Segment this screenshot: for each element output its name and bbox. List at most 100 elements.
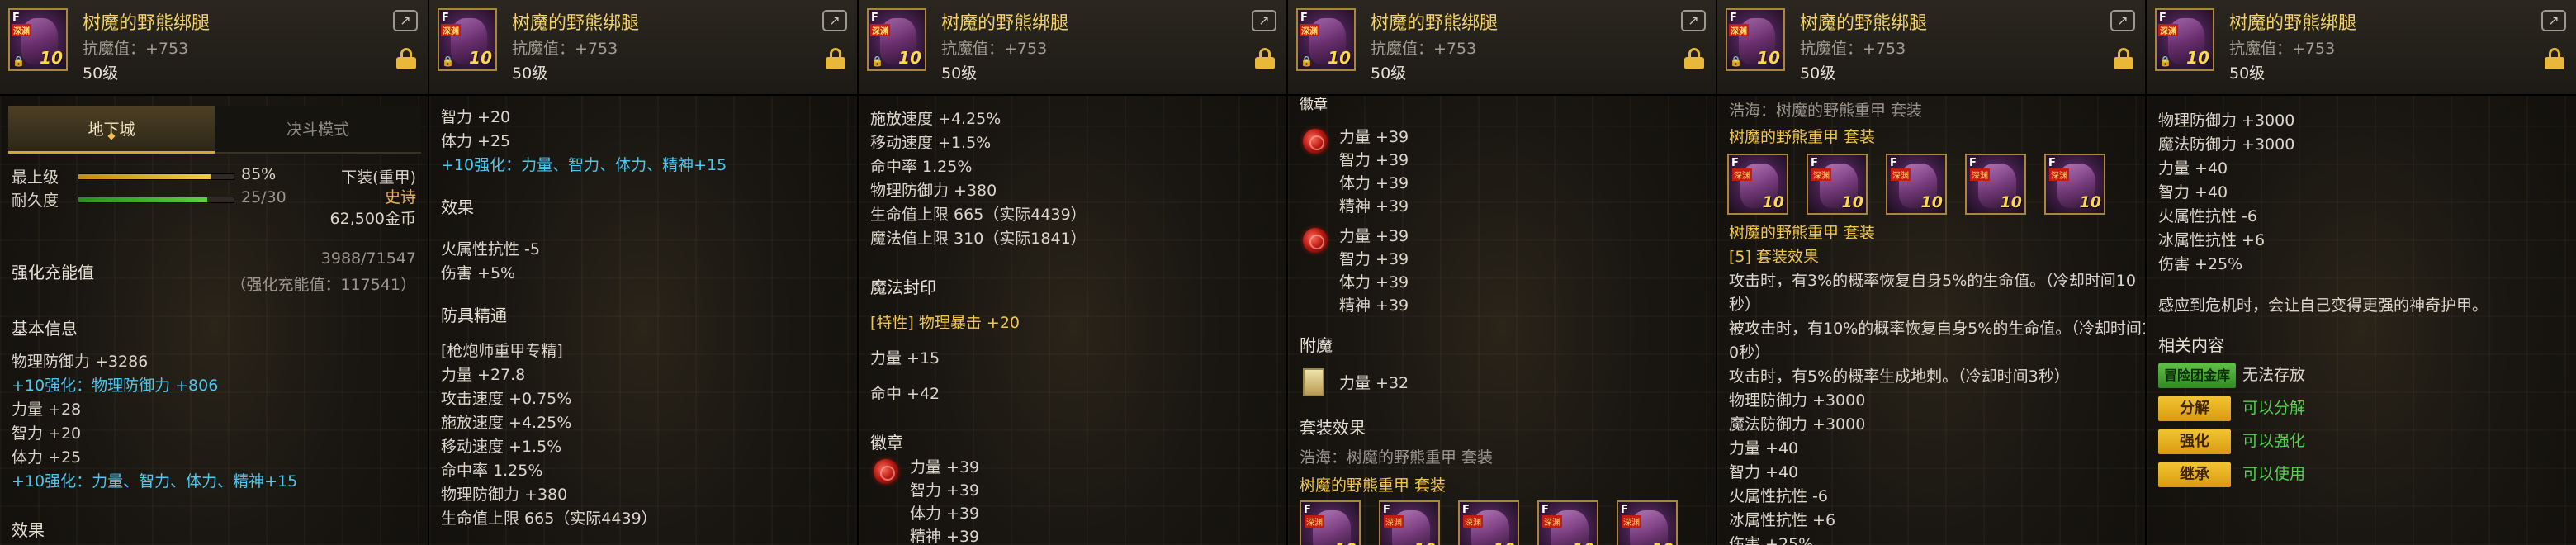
set-effect-list: 物理防御力 +3000 魔法防御力 +3000 力量 +40 智力 +40 火属… xyxy=(2147,109,2576,277)
set-item-slot[interactable]: F深渊10 xyxy=(1617,500,1678,545)
tag-badge: 深渊 xyxy=(2158,24,2178,36)
set-item-slot[interactable]: F深渊10 xyxy=(1807,154,1868,215)
emblem-icon[interactable] xyxy=(874,459,898,484)
tooltip-header: F 深渊 🔒 10 树魔的野熊绑腿 抗魔值：+753 50级 ↗ xyxy=(2147,0,2576,96)
lock-small-icon: 🔒 xyxy=(442,55,454,67)
set-item-slot[interactable]: F深渊10 xyxy=(1300,500,1361,545)
item-stat: 抗魔值：+753 xyxy=(83,40,189,58)
item-icon-level: 10 xyxy=(1328,48,1351,68)
item-level: 50级 xyxy=(512,64,548,83)
lock-icon[interactable] xyxy=(2114,48,2133,69)
share-icon[interactable]: ↗ xyxy=(822,10,847,31)
best-percent: 85% xyxy=(241,165,277,183)
mastery-line: 施放速度 +4.25% xyxy=(870,110,1002,128)
share-icon[interactable]: ↗ xyxy=(1681,10,1706,31)
item-name: 树魔的野熊绑腿 xyxy=(83,13,211,34)
item-stat: 抗魔值：+753 xyxy=(512,40,618,58)
emblem-line: 精神 +39 xyxy=(910,528,980,545)
set-item-slot[interactable]: F深渊10 xyxy=(1537,500,1598,545)
share-icon[interactable]: ↗ xyxy=(2541,10,2566,31)
set-line: 智力 +40 xyxy=(1729,463,1799,481)
mastery-line: 力量 +27.8 xyxy=(441,366,526,384)
set-item-slot[interactable]: F深渊10 xyxy=(1379,500,1440,545)
enchant-card-icon[interactable] xyxy=(1303,368,1324,396)
mastery-line: 生命值上限 665（实际4439） xyxy=(870,206,1087,224)
tag-badge: 深渊 xyxy=(1729,24,1749,36)
effect-line: 火属性抗性 -5 xyxy=(441,240,540,258)
basic-line: 智力 +20 xyxy=(12,424,82,443)
tab-pvp[interactable]: 决斗模式 xyxy=(215,106,421,154)
item-name: 树魔的野熊绑腿 xyxy=(941,13,1069,34)
set-sub: 浩海：树魔的野熊重甲 套装 xyxy=(1729,102,1923,120)
emblem-line: 智力 +39 xyxy=(1339,250,1409,268)
set-line: 火属性抗性 -6 xyxy=(2158,207,2257,225)
item-icon[interactable]: F 深渊 🔒 10 xyxy=(438,8,497,71)
disassemble-desc: 可以分解 xyxy=(2242,399,2306,417)
tooltip-header: F 深渊 🔒 10 树魔的野熊绑腿 抗魔值：+753 50级 ↗ xyxy=(859,0,1286,96)
tag-badge: 深渊 xyxy=(1300,24,1319,36)
equip-slot: 下装(重甲) xyxy=(341,168,416,187)
tooltip-panel-2: F 深渊 🔒 10 树魔的野熊绑腿 抗魔值：+753 50级 ↗ 智力 +20 … xyxy=(429,0,859,545)
seal-title: 魔法封印 xyxy=(870,277,936,297)
reinforce-sub: （强化充能值：117541） xyxy=(230,276,416,294)
item-level: 50级 xyxy=(1800,64,1836,83)
grade-badge: F xyxy=(2159,12,2166,24)
emblem-icon[interactable] xyxy=(1303,228,1328,253)
emblem-title: 徽章 xyxy=(1300,97,1328,113)
disassemble-button[interactable]: 分解 xyxy=(2158,396,2231,421)
set-item-slot[interactable]: F深渊10 xyxy=(1965,154,2026,215)
vault-desc: 无法存放 xyxy=(2242,366,2306,384)
set-item-slot[interactable]: F深渊10 xyxy=(1886,154,1947,215)
inherit-button[interactable]: 继承 xyxy=(2158,462,2231,487)
item-level: 50级 xyxy=(83,64,119,83)
item-icon-level: 10 xyxy=(2186,48,2209,68)
lock-icon[interactable] xyxy=(1255,48,1275,69)
mastery-line: 生命值上限 665（实际4439） xyxy=(441,509,657,528)
mastery-line: 命中率 1.25% xyxy=(870,158,973,176)
item-icon[interactable]: F 深渊 🔒 10 xyxy=(8,8,68,71)
grade-badge: F xyxy=(12,12,20,24)
stat-line: +10强化：力量、智力、体力、精神+15 xyxy=(441,156,727,174)
reinforce-button[interactable]: 强化 xyxy=(2158,429,2231,454)
lock-icon[interactable] xyxy=(826,48,845,69)
adventure-vault-button[interactable]: 冒险团金库 xyxy=(2158,363,2236,388)
set-line: 冰属性抗性 +6 xyxy=(1729,511,1836,529)
mode-tabs: 地下城 决斗模式 xyxy=(8,106,421,154)
share-icon[interactable]: ↗ xyxy=(2110,10,2135,31)
set-item-slot[interactable]: F深渊10 xyxy=(1727,154,1788,215)
emblem-line: 力量 +39 xyxy=(1339,128,1409,146)
effect-line: 伤害 +5% xyxy=(441,264,516,282)
tab-dungeon[interactable]: 地下城 xyxy=(8,106,215,154)
set-line: 力量 +40 xyxy=(2158,159,2228,178)
set-item-slot[interactable]: F深渊10 xyxy=(1458,500,1519,545)
emblem-title: 徽章 xyxy=(870,433,903,453)
lock-icon[interactable] xyxy=(2545,48,2564,69)
share-icon[interactable]: ↗ xyxy=(1252,10,1276,31)
basic-line: 物理防御力 +3286 xyxy=(12,353,149,371)
mastery-line: 移动速度 +1.5% xyxy=(870,134,992,152)
emblem-line: 精神 +39 xyxy=(1339,197,1409,216)
durability-value: 25/30 xyxy=(241,188,286,206)
set-name: 树魔的野熊重甲 套装 xyxy=(1729,128,1876,146)
set-items: F深渊10 F深渊10 F深渊10 F深渊10 F深渊10 xyxy=(1727,154,2105,215)
emblem-icon[interactable] xyxy=(1303,129,1328,154)
set-item-slot[interactable]: F深渊10 xyxy=(2044,154,2105,215)
tooltip-panel-1: F 深渊 🔒 10 树魔的野熊绑腿 抗魔值：+753 50级 ↗ 地下城 决斗模… xyxy=(0,0,429,545)
lock-small-icon: 🔒 xyxy=(12,55,25,67)
item-icon[interactable]: F 深渊 🔒 10 xyxy=(2155,8,2214,71)
item-icon[interactable]: F 深渊 🔒 10 xyxy=(1726,8,1785,71)
lock-icon[interactable] xyxy=(1684,48,1704,69)
item-icon[interactable]: F 深渊 🔒 10 xyxy=(867,8,926,71)
emblem-line: 体力 +39 xyxy=(910,505,980,523)
item-stat: 抗魔值：+753 xyxy=(1371,40,1477,58)
basic-line: +10强化：力量、智力、体力、精神+15 xyxy=(12,472,298,490)
tooltip-panel-4: F 深渊 🔒 10 树魔的野熊绑腿 抗魔值：+753 50级 ↗ 徽章 力量 +… xyxy=(1288,0,1717,545)
share-icon[interactable]: ↗ xyxy=(393,10,418,31)
item-name: 树魔的野熊绑腿 xyxy=(1371,13,1499,34)
tooltip-header: F 深渊 🔒 10 树魔的野熊绑腿 抗魔值：+753 50级 ↗ xyxy=(429,0,857,96)
lock-icon[interactable] xyxy=(396,48,416,69)
reinforce-desc: 可以强化 xyxy=(2242,432,2306,450)
mastery-line: 攻击速度 +0.75% xyxy=(441,390,572,408)
item-icon[interactable]: F 深渊 🔒 10 xyxy=(1296,8,1356,71)
basic-line: 力量 +28 xyxy=(12,400,82,419)
